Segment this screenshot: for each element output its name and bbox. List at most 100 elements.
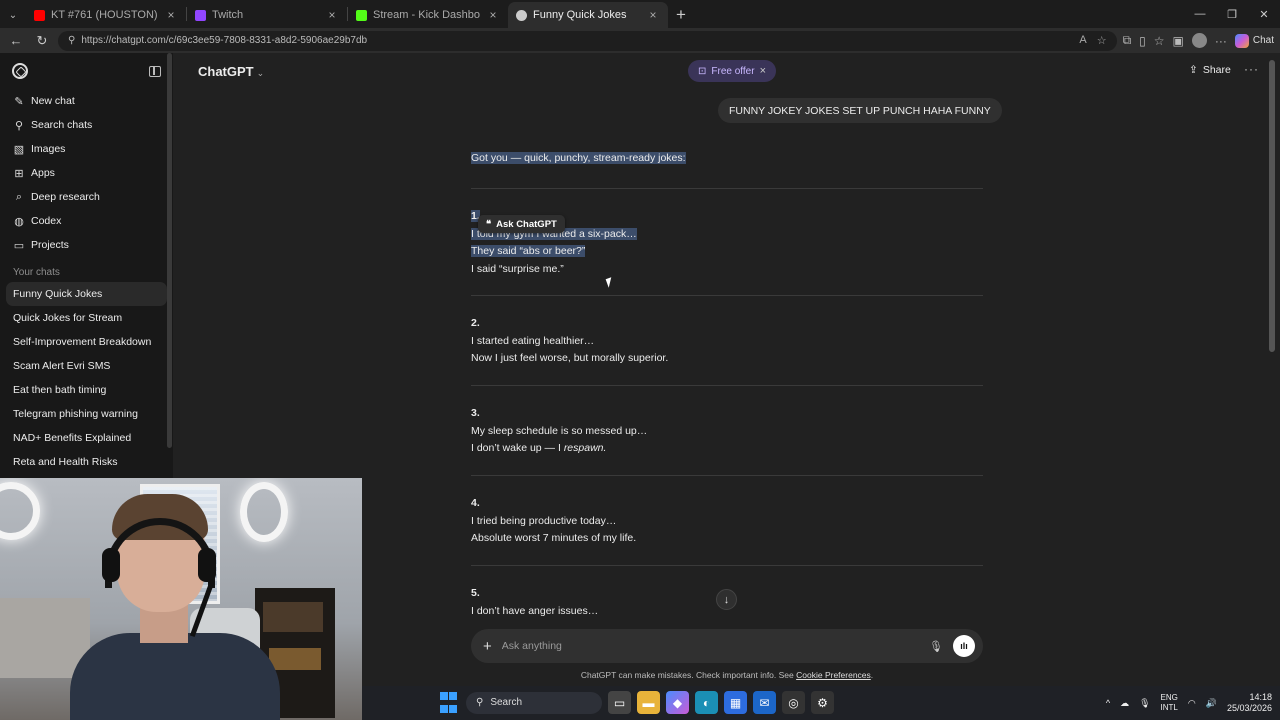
sidebar-item-new-chat[interactable]: ✎ New chat (0, 89, 173, 113)
microphone-tray-icon[interactable]: 🎙 (1139, 698, 1150, 709)
chat-item-active[interactable]: Funny Quick Jokes (6, 282, 167, 306)
windows-start-icon[interactable] (437, 691, 460, 714)
model-name: ChatGPT (198, 64, 254, 79)
close-offer-icon[interactable]: × (760, 65, 766, 77)
tab-close-icon[interactable]: × (486, 8, 500, 22)
collections-icon[interactable]: ▣ (1173, 34, 1184, 48)
disclaimer: ChatGPT can make mistakes. Check importa… (471, 670, 983, 680)
volume-icon[interactable]: 🔊 (1206, 698, 1217, 709)
model-selector[interactable]: ChatGPT ⌄ (198, 64, 264, 79)
copilot-app-icon[interactable]: ◆ (666, 691, 689, 714)
joke-number: 4. (471, 497, 480, 509)
clock[interactable]: 14:18 25/03/2026 (1227, 692, 1272, 714)
scroll-to-bottom-button[interactable]: ↓ (716, 589, 737, 610)
back-icon[interactable]: ← (6, 31, 26, 51)
streamer-hoodie (70, 633, 280, 720)
chatgpt-favicon-icon (516, 9, 527, 21)
prompt-input[interactable] (501, 640, 920, 652)
chat-item[interactable]: Quick Jokes for Stream (0, 306, 173, 330)
pencil-icon: ✎ (14, 95, 24, 108)
chat-item[interactable]: NAD+ Benefits Explained (0, 426, 173, 450)
ask-chatgpt-button[interactable]: ❝ Ask ChatGPT (478, 215, 565, 233)
chat-item[interactable]: Scam Alert Evri SMS (0, 354, 173, 378)
browser-tab-active[interactable]: Funny Quick Jokes × (508, 2, 668, 28)
network-icon[interactable]: ☁ (1120, 698, 1129, 709)
restore-icon[interactable]: ❐ (1216, 0, 1248, 28)
composer: + 🎙 ılı (471, 629, 983, 663)
chat-item[interactable]: Reta and Health Risks (0, 450, 173, 474)
microphone-icon[interactable]: 🎙 (929, 640, 943, 653)
share-button[interactable]: ⇪ Share (1189, 64, 1231, 76)
free-offer-badge[interactable]: ⊡ Free offer × (688, 60, 776, 82)
mail-icon[interactable]: ✉ (753, 691, 776, 714)
divider (471, 188, 983, 189)
system-tray: ^ ☁ 🎙 ENG INTL ◠ 🔊 14:18 25/03/2026 (1106, 686, 1272, 720)
store-icon[interactable]: ▦ (724, 691, 747, 714)
divider (471, 385, 983, 386)
joke-line: I said “surprise me.” (471, 262, 564, 275)
cookie-preferences-link[interactable]: Cookie Preferences (796, 670, 871, 680)
tab-close-icon[interactable]: × (325, 8, 339, 22)
openai-logo-icon[interactable] (12, 63, 28, 79)
voice-mode-button[interactable]: ılı (953, 635, 975, 657)
webcam-overlay (0, 478, 362, 720)
kick-favicon-icon (356, 9, 367, 21)
split-screen-icon[interactable]: ▯ (1139, 34, 1146, 48)
main-header: ChatGPT ⌄ ⊡ Free offer × ⇪ Share ··· (173, 53, 1268, 89)
address-bar[interactable]: ⚲ https://chatgpt.com/c/69c3ee59-7808-83… (58, 30, 1117, 51)
task-view-icon[interactable]: ▭ (608, 691, 631, 714)
sidebar-item-apps[interactable]: ⊞ Apps (0, 161, 173, 185)
favorites-icon[interactable]: ☆ (1154, 34, 1165, 48)
share-label: Share (1202, 64, 1231, 76)
extensions-icon[interactable]: ⧉ (1123, 33, 1132, 48)
close-window-icon[interactable]: ✕ (1248, 0, 1280, 28)
taskbar-search[interactable]: ⚲ Search (466, 691, 602, 714)
joke-number: 3. (471, 407, 480, 419)
app-icon[interactable]: ◎ (782, 691, 805, 714)
browser-tab[interactable]: KT #761 (HOUSTON) - ADAM RAY × (26, 2, 186, 28)
profile-avatar[interactable] (1191, 33, 1207, 48)
ring-light (240, 482, 288, 542)
chat-item[interactable]: Eat then bath timing (0, 378, 173, 402)
new-tab-icon[interactable]: + (668, 2, 694, 28)
sidebar-scrollbar[interactable] (167, 53, 172, 448)
disclaimer-suffix: . (870, 670, 874, 680)
settings-gear-icon[interactable]: ⚙ (811, 691, 834, 714)
add-attachment-icon[interactable]: + (483, 638, 492, 655)
file-explorer-icon[interactable]: ▬ (637, 691, 660, 714)
browser-menu-icon[interactable]: ··· (1215, 34, 1227, 48)
chat-item[interactable]: Telegram phishing warning (0, 402, 173, 426)
favorite-star-icon[interactable]: ☆ (1097, 34, 1107, 47)
joke-line: Now I just feel worse, but morally super… (471, 352, 669, 364)
telescope-icon: ⌕ (15, 190, 23, 203)
sidebar-item-deep-research[interactable]: ⌕ Deep research (0, 185, 173, 209)
read-aloud-icon[interactable]: A (1079, 34, 1086, 47)
browser-tab[interactable]: Twitch × (187, 2, 347, 28)
copilot-icon (1234, 33, 1249, 48)
sidebar-item-images[interactable]: ▧ Images (0, 137, 173, 161)
joke-item: 2. I started eating healthier… Now I jus… (471, 315, 983, 368)
sidebar-item-projects[interactable]: ▭ Projects (0, 233, 173, 257)
reload-icon[interactable]: ↻ (32, 31, 52, 51)
page-scrollbar[interactable] (1269, 60, 1275, 352)
more-options-icon[interactable]: ··· (1244, 62, 1259, 76)
sidebar-toggle-icon[interactable] (149, 65, 161, 77)
edge-browser-icon[interactable]: ◐ (695, 691, 718, 714)
browser-tab-strip: ⌄ KT #761 (HOUSTON) - ADAM RAY × Twitch … (0, 0, 1280, 28)
joke-line: I tried being productive today… (471, 514, 617, 527)
wifi-icon[interactable]: ◠ (1188, 698, 1196, 709)
tab-close-icon[interactable]: × (164, 8, 178, 22)
tab-actions-icon[interactable]: ⌄ (0, 2, 26, 28)
tab-close-icon[interactable]: × (646, 8, 660, 22)
browser-tab[interactable]: Stream - Kick Dashboard × (348, 2, 508, 28)
chat-item[interactable]: Self-Improvement Breakdown (0, 330, 173, 354)
minimize-icon[interactable]: — (1184, 0, 1216, 28)
arrow-down-icon: ↓ (723, 593, 730, 606)
copilot-button[interactable]: Chat (1234, 33, 1274, 48)
language-indicator[interactable]: ENG INTL (1161, 693, 1178, 713)
sidebar-item-search-chats[interactable]: ⚲ Search chats (0, 113, 173, 137)
sidebar-item-codex[interactable]: ◍ Codex (0, 209, 173, 233)
site-info-icon[interactable]: ⚲ (68, 35, 75, 46)
tray-overflow-icon[interactable]: ^ (1106, 698, 1110, 708)
copilot-label: Chat (1252, 35, 1274, 46)
